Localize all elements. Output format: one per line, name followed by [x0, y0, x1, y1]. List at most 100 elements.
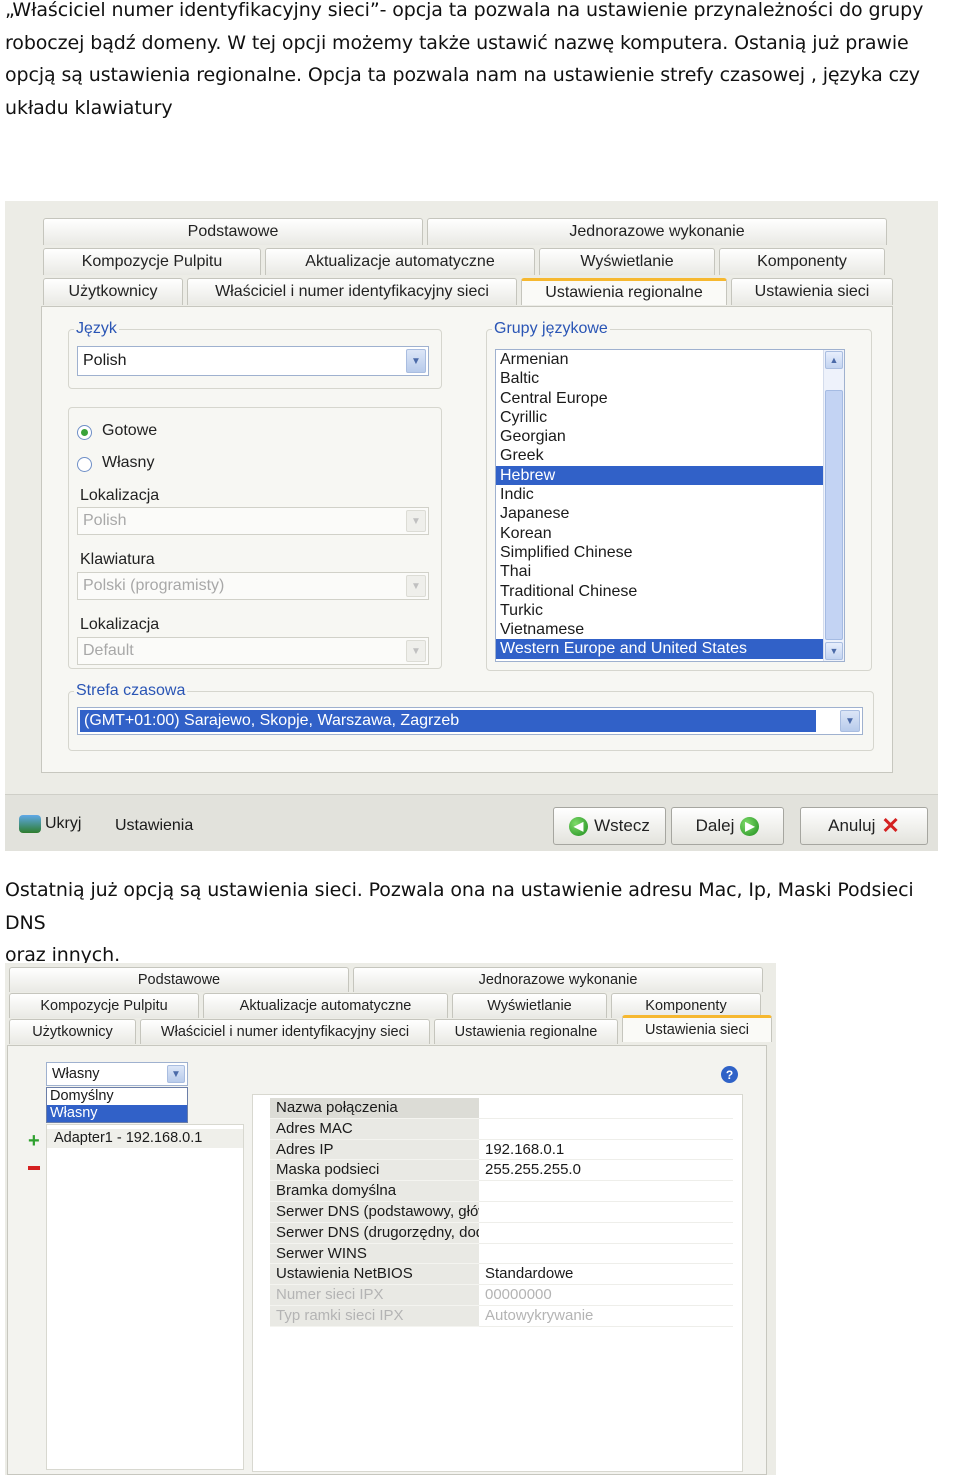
- tab-aktualizacje[interactable]: Aktualizacje automatyczne: [203, 993, 448, 1018]
- tab-uzytkownicy[interactable]: Użytkownicy: [9, 1019, 136, 1044]
- lokalizacja2-select[interactable]: Default ▼: [77, 637, 429, 665]
- property-value[interactable]: [479, 1201, 733, 1223]
- language-group-item[interactable]: Korean: [496, 524, 824, 543]
- table-row[interactable]: Nazwa połączenia: [270, 1098, 733, 1119]
- remove-icon[interactable]: [28, 1166, 40, 1170]
- language-group-item[interactable]: Hebrew: [496, 465, 824, 486]
- properties-table[interactable]: Nazwa połączenia Adres MAC Adres IP 192.168…: [270, 1098, 733, 1327]
- cancel-button[interactable]: Anuluj ✕: [800, 807, 928, 845]
- lokalizacja-select[interactable]: Polish ▼: [77, 507, 429, 535]
- arrow-left-icon: ◀: [569, 816, 589, 836]
- list-scrollbar[interactable]: ▲ ▼: [823, 350, 844, 661]
- property-name: Typ ramki sieci IPX: [270, 1305, 479, 1327]
- table-row[interactable]: Adres MAC: [270, 1118, 733, 1140]
- adapter-list[interactable]: Adapter1 - 192.168.0.1: [46, 1124, 244, 1470]
- paragraph-line: roboczej bądź domeny. W tej opcji możemy…: [5, 31, 909, 54]
- table-row[interactable]: Numer sieci IPX 00000000: [270, 1285, 733, 1306]
- property-value[interactable]: [479, 1098, 733, 1119]
- property-value[interactable]: [479, 1118, 733, 1140]
- chevron-down-icon[interactable]: ▼: [406, 640, 426, 662]
- language-group-item[interactable]: Turkic: [496, 601, 824, 620]
- network-paragraph: Ostatnią już opcją są ustawienia sieci. …: [5, 874, 960, 972]
- next-button[interactable]: Dalej ▶: [671, 807, 784, 845]
- property-value[interactable]: [479, 1181, 733, 1202]
- chevron-down-icon[interactable]: ▼: [406, 575, 426, 597]
- adapter-item[interactable]: Adapter1 - 192.168.0.1: [47, 1129, 243, 1148]
- property-name: Maska podsieci: [270, 1160, 479, 1182]
- scroll-up-icon[interactable]: ▲: [825, 351, 843, 369]
- property-name: Serwer DNS (podstawowy, główn: [270, 1201, 479, 1223]
- tab-komponenty[interactable]: Komponenty: [719, 248, 885, 275]
- tab-uzytkownicy[interactable]: Użytkownicy: [43, 278, 183, 305]
- language-group-item[interactable]: Greek: [496, 446, 824, 465]
- language-groups-items: Armenian Baltic Central Europe Cyrillic Geor…: [496, 350, 844, 659]
- back-button[interactable]: ◀ Wstecz: [553, 807, 666, 845]
- language-group-item[interactable]: Central Europe: [496, 389, 824, 408]
- property-value[interactable]: Standardowe: [479, 1264, 733, 1286]
- language-group-item[interactable]: Baltic: [496, 369, 824, 388]
- tab-jednorazowe[interactable]: Jednorazowe wykonanie: [353, 967, 763, 992]
- chevron-down-icon[interactable]: ▼: [406, 510, 426, 532]
- tab-wyswietlanie[interactable]: Wyświetlanie: [539, 248, 715, 275]
- timezone-select[interactable]: (GMT+01:00) Sarajewo, Skopje, Warszawa, …: [77, 707, 863, 735]
- table-row[interactable]: Maska podsieci 255.255.255.0: [270, 1160, 733, 1182]
- language-group-item[interactable]: Cyrillic: [496, 408, 824, 427]
- language-group-item[interactable]: Vietnamese: [496, 620, 824, 639]
- language-groups-list[interactable]: Armenian Baltic Central Europe Cyrillic Geor…: [495, 349, 845, 662]
- property-value[interactable]: [479, 1222, 733, 1244]
- table-row[interactable]: Ustawienia NetBIOS Standardowe: [270, 1264, 733, 1286]
- property-value[interactable]: 255.255.255.0: [479, 1160, 733, 1182]
- tab-wyswietlanie[interactable]: Wyświetlanie: [452, 993, 607, 1018]
- language-group-item[interactable]: Georgian: [496, 427, 824, 446]
- tab-kompozycje[interactable]: Kompozycje Pulpitu: [9, 993, 199, 1018]
- tab-podstawowe[interactable]: Podstawowe: [43, 218, 423, 245]
- language-group-item[interactable]: Thai: [496, 562, 824, 581]
- table-row[interactable]: Serwer WINS: [270, 1243, 733, 1265]
- property-value[interactable]: Autowykrywanie: [479, 1305, 733, 1327]
- language-group-item[interactable]: Japanese: [496, 504, 824, 523]
- chevron-down-icon[interactable]: ▼: [167, 1065, 185, 1083]
- tab-regionalne[interactable]: Ustawienia regionalne: [434, 1019, 618, 1044]
- ukryj-button[interactable]: Ukryj: [19, 815, 81, 833]
- language-group-item[interactable]: Simplified Chinese: [496, 543, 824, 562]
- profile-select-value: Własny: [52, 1066, 100, 1082]
- profile-dropdown[interactable]: Domyślny Własny: [46, 1087, 188, 1123]
- property-value[interactable]: 00000000: [479, 1285, 733, 1306]
- gotowe-radio[interactable]: [77, 425, 92, 440]
- tab-aktualizacje[interactable]: Aktualizacje automatyczne: [265, 248, 535, 275]
- property-value[interactable]: [479, 1243, 733, 1265]
- tab-wlasciciel[interactable]: Właściciel i numer identyfikacyjny sieci: [187, 278, 517, 305]
- language-group-item[interactable]: Western Europe and United States: [496, 639, 824, 659]
- tab-jednorazowe[interactable]: Jednorazowe wykonanie: [427, 218, 887, 245]
- profile-option-selected[interactable]: Własny: [47, 1105, 187, 1122]
- chevron-down-icon[interactable]: ▼: [840, 710, 860, 732]
- add-icon[interactable]: +: [28, 1131, 40, 1151]
- tab-wlasciciel[interactable]: Właściciel i numer identyfikacyjny sieci: [140, 1019, 430, 1044]
- help-icon[interactable]: ?: [721, 1066, 738, 1083]
- language-group-item[interactable]: Traditional Chinese: [496, 582, 824, 601]
- chevron-down-icon[interactable]: ▼: [406, 349, 426, 373]
- language-group-item[interactable]: Indic: [496, 485, 824, 504]
- tab-kompozycje[interactable]: Kompozycje Pulpitu: [43, 248, 261, 275]
- profile-option[interactable]: Domyślny: [47, 1088, 187, 1105]
- language-select[interactable]: Polish ▼: [77, 346, 429, 376]
- scroll-thumb[interactable]: [825, 390, 843, 640]
- table-row[interactable]: Typ ramki sieci IPX Autowykrywanie: [270, 1305, 733, 1327]
- tab-podstawowe[interactable]: Podstawowe: [9, 967, 349, 992]
- klawiatura-select[interactable]: Polski (programisty) ▼: [77, 572, 429, 600]
- scroll-down-icon[interactable]: ▼: [825, 642, 843, 660]
- intro-paragraph: „Właściciel numer identyfikacyjny sieci”…: [5, 0, 960, 125]
- tab-sieci[interactable]: Ustawienia sieci: [622, 1015, 772, 1042]
- wlasny-radio[interactable]: [77, 457, 92, 472]
- tab-regionalne[interactable]: Ustawienia regionalne: [521, 278, 727, 305]
- property-value[interactable]: 192.168.0.1: [479, 1139, 733, 1161]
- tab-sieci[interactable]: Ustawienia sieci: [731, 278, 893, 305]
- profile-select[interactable]: Własny ▼: [46, 1062, 188, 1086]
- language-group-item[interactable]: Armenian: [496, 350, 824, 369]
- table-row[interactable]: Bramka domyślna: [270, 1181, 733, 1202]
- table-row[interactable]: Adres IP 192.168.0.1: [270, 1139, 733, 1161]
- cancel-label: Anuluj: [828, 816, 876, 835]
- ustawienia-link[interactable]: Ustawienia: [115, 817, 193, 835]
- table-row[interactable]: Serwer DNS (drugorzędny, dodat: [270, 1222, 733, 1244]
- table-row[interactable]: Serwer DNS (podstawowy, główn: [270, 1201, 733, 1223]
